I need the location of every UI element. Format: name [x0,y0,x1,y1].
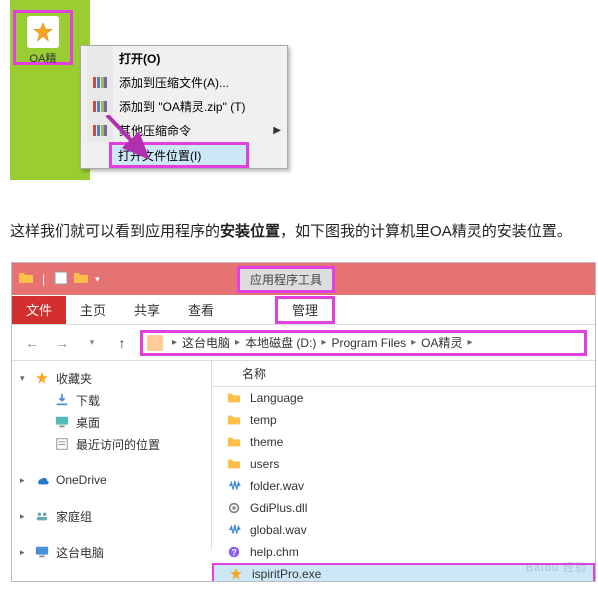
explorer-window: | ▾ 应用程序工具 文件 主页 共享 查看 管理 ← → ▾ ↑ ▸ 这台电脑… [11,262,596,582]
nav-recent[interactable]: 最近访问的位置 [12,433,211,455]
tab-share[interactable]: 共享 [120,296,174,324]
recent-locations-dropdown[interactable]: ▾ [80,331,104,355]
submenu-arrow-icon: ▶ [273,125,281,136]
bc-segment[interactable]: 本地磁盘 (D:) [245,334,316,351]
recent-icon [54,436,70,452]
nav-pane: 收藏夹 下载 桌面 最近访问的位置 OneDrive 家庭组 [12,361,212,549]
desktop-icon [54,414,70,430]
menu-other-archive[interactable]: 其他压缩命令 ▶ [81,118,287,142]
address-bar-row: ← → ▾ ↑ ▸ 这台电脑 ▸ 本地磁盘 (D:) ▸ Program Fil… [12,325,595,361]
file-row[interactable]: Language [212,387,595,409]
file-name: help.chm [250,545,299,559]
file-name: temp [250,413,277,427]
bc-segment[interactable]: 这台电脑 [182,334,230,351]
folder-icon [226,412,242,428]
svg-text:?: ? [231,548,236,558]
homegroup-icon [34,508,50,524]
menu-add-archive-label: 添加到压缩文件(A)... [119,74,281,91]
bc-sep: ▸ [321,337,326,348]
file-row[interactable]: users [212,453,595,475]
column-header-name[interactable]: 名称 [212,361,595,387]
bc-sep: ▸ [172,337,177,348]
menu-open-location-label: 打开文件位置(I) [118,147,240,164]
wav-icon [226,478,242,494]
file-name: global.wav [250,523,307,537]
up-button[interactable]: ↑ [110,331,134,355]
menu-other-label: 其他压缩命令 [119,122,273,139]
tab-home[interactable]: 主页 [66,296,120,324]
computer-icon [34,544,50,560]
bc-segment[interactable]: OA精灵 [421,334,462,351]
file-row[interactable]: ispiritPro.exe [212,563,595,582]
desc-post: ，如下图我的计算机里OA精灵的安装位置。 [280,223,572,240]
bc-sep: ▸ [411,337,416,348]
menu-open-label: 打开(O) [119,50,281,67]
breadcrumb[interactable]: ▸ 这台电脑 ▸ 本地磁盘 (D:) ▸ Program Files ▸ OA精… [140,330,587,356]
back-button[interactable]: ← [20,331,44,355]
app-label: OA精 [16,50,70,66]
nav-homegroup[interactable]: 家庭组 [12,505,211,527]
folder-icon [226,456,242,472]
menu-open-location[interactable]: 打开文件位置(I) [109,142,249,168]
file-row[interactable]: GdiPlus.dll [212,497,595,519]
file-name: GdiPlus.dll [250,501,307,515]
drive-icon [147,335,163,351]
folder-icon [226,390,242,406]
nav-desktop[interactable]: 桌面 [12,411,211,433]
description-text: 这样我们就可以看到应用程序的安装位置，如下图我的计算机里OA精灵的安装位置。 [10,220,588,244]
nav-favorites[interactable]: 收藏夹 [12,367,211,389]
folder-icon [226,434,242,450]
nav-onedrive[interactable]: OneDrive [12,469,211,491]
context-menu: 打开(O) 添加到压缩文件(A)... 添加到 "OA精灵.zip" (T) 其… [80,45,288,169]
archive-icon [92,98,108,114]
file-row[interactable]: global.wav [212,519,595,541]
desktop-shortcut-highlight: OA精 [13,10,73,65]
properties-icon[interactable] [53,270,69,289]
file-list-pane: 名称 Language temp theme users folder.wav GdiPl… [212,361,595,549]
title-bar: | ▾ 应用程序工具 [12,263,595,295]
chm-icon: ? [226,544,242,560]
file-name: folder.wav [250,479,304,493]
file-row[interactable]: theme [212,431,595,453]
tab-manage[interactable]: 管理 [275,296,335,324]
new-folder-icon[interactable] [73,270,89,289]
archive-icon [92,122,108,138]
context-menu-screenshot: OA精 打开(O) 添加到压缩文件(A)... 添加到 "OA精灵.zip" (… [0,0,290,180]
file-row[interactable]: ? help.chm [212,541,595,563]
download-icon [54,392,70,408]
ribbon-tabs: 文件 主页 共享 查看 管理 [12,295,595,325]
tab-file[interactable]: 文件 [12,296,66,324]
file-name: Language [250,391,303,405]
bc-segment[interactable]: Program Files [331,336,406,350]
menu-add-zip-label: 添加到 "OA精灵.zip" (T) [119,98,281,115]
exe-icon [228,566,244,582]
file-name: theme [250,435,283,449]
desc-pre: 这样我们就可以看到应用程序的 [10,223,220,240]
archive-icon [92,74,108,90]
ribbon-context-header: 应用程序工具 [237,266,335,293]
wav-icon [226,522,242,538]
bc-sep: ▸ [235,337,240,348]
onedrive-icon [34,472,50,488]
qat-dropdown-icon[interactable]: ▾ [95,274,100,285]
quick-access-toolbar: | ▾ [18,270,100,289]
bc-sep: ▸ [468,337,473,348]
desc-strong: 安装位置 [220,223,280,240]
dll-icon [226,500,242,516]
star-icon [34,370,50,386]
qat-separator: | [42,272,45,286]
file-row[interactable]: temp [212,409,595,431]
file-row[interactable]: folder.wav [212,475,595,497]
nav-downloads[interactable]: 下载 [12,389,211,411]
forward-button[interactable]: → [50,331,74,355]
file-name: users [250,457,279,471]
menu-add-zip[interactable]: 添加到 "OA精灵.zip" (T) [81,94,287,118]
folder-icon [18,270,34,289]
menu-add-archive[interactable]: 添加到压缩文件(A)... [81,70,287,94]
app-icon[interactable] [27,16,59,48]
tab-view[interactable]: 查看 [174,296,228,324]
menu-open[interactable]: 打开(O) [81,46,287,70]
nav-thispc[interactable]: 这台电脑 [12,541,211,563]
file-name: ispiritPro.exe [252,567,321,581]
